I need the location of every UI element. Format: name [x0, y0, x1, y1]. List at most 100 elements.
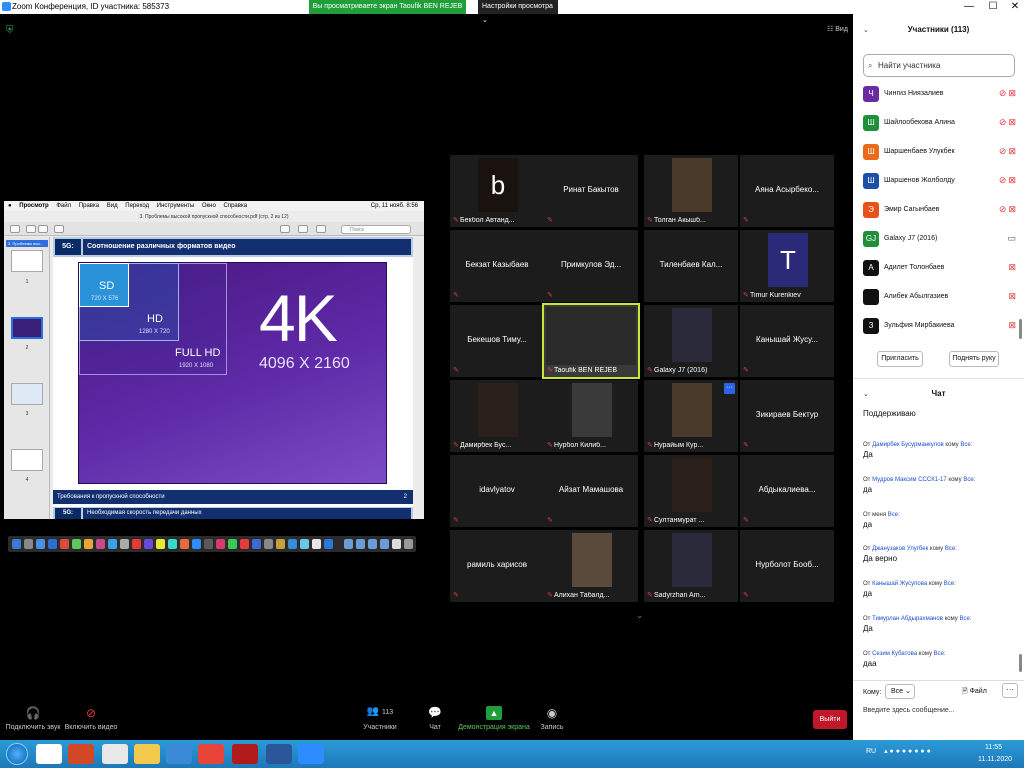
tile-more-button[interactable]: ··· — [724, 383, 735, 394]
chat-message-text: Да — [863, 450, 873, 459]
video-tile[interactable]: Айзат Мамашова ✎ — [544, 455, 638, 527]
chevron-down-icon[interactable]: ⌄ — [636, 610, 644, 621]
video-tile[interactable]: T Timur Kurenkiev ✎ — [740, 230, 834, 302]
sender-name[interactable]: Мудров Максим СССК1-17 — [872, 477, 947, 483]
participant-name: Дамирбек Бус... — [460, 442, 512, 449]
invite-button[interactable]: Пригласить — [877, 351, 923, 367]
start-video-button[interactable]: ⊘ Включить видео — [64, 706, 118, 738]
participant-row[interactable]: А Адилет Толонбаев ⊠ — [863, 257, 1018, 279]
recipient-name[interactable]: Все: — [934, 651, 946, 657]
participant-row[interactable]: Ш Шаршенбаев Улукбек ⊘⊠ — [863, 141, 1018, 163]
chat-button[interactable]: 💬 Чат — [420, 706, 450, 738]
language-indicator[interactable]: RU — [866, 748, 876, 755]
mic-muted-icon: ✎ — [743, 217, 749, 224]
recipient-name[interactable]: Все: — [945, 546, 957, 552]
clock-time[interactable]: 11:55 — [985, 744, 1002, 751]
security-shield-icon[interactable]: ⛨ — [6, 25, 14, 36]
video-tile[interactable]: Нурболот Бооб... ✎ — [740, 530, 834, 602]
launchpad-icon — [24, 539, 33, 549]
video-tile[interactable]: Алихан Табалд... ✎ — [544, 530, 638, 602]
markup-icon — [280, 225, 290, 233]
participant-avatar: Ш — [863, 144, 879, 160]
join-audio-button[interactable]: 🎧 Подключить звук — [4, 706, 62, 738]
participant-row[interactable]: Э Эмир Сагынбаев ⊘⊠ — [863, 199, 1018, 221]
powerpoint-icon[interactable] — [68, 744, 94, 764]
sender-name[interactable]: Дамирбек Бусурманкулов — [872, 442, 944, 448]
participant-row[interactable]: Ш Шаршенов Жолболду ⊘⊠ — [863, 170, 1018, 192]
record-button[interactable]: ◉ Запись — [536, 706, 568, 738]
recipient-name[interactable]: Все: — [944, 581, 956, 587]
clock-date[interactable]: 11.11.2020 — [978, 756, 1012, 763]
video-tile[interactable]: Sadyrzhan Am... ✎ — [644, 530, 738, 602]
finder-icon — [12, 539, 21, 549]
k4-res: 4096 X 2160 — [259, 355, 350, 372]
ie-icon[interactable] — [166, 744, 192, 764]
sender-name[interactable]: меня — [872, 512, 886, 518]
video-tile[interactable]: Абдыкалиева... ✎ — [740, 455, 834, 527]
sidebar-toggle-icon — [10, 225, 20, 233]
participants-button[interactable]: 👥 113 Участники — [360, 706, 400, 738]
video-tile[interactable]: Примкулов Эд... ✎ — [544, 230, 638, 302]
participant-row[interactable]: З Зульфия Мирбакиева ⊠ — [863, 315, 1018, 337]
minimize-button[interactable]: — — [957, 0, 981, 14]
sender-name[interactable]: Тимурлан Абдырахманов — [872, 616, 943, 622]
video-tile[interactable]: b Бекбол Автанд... ✎ — [450, 155, 544, 227]
participant-row[interactable]: GJ Galaxy J7 (2016) ▭ — [863, 228, 1018, 250]
share-screen-button[interactable]: ▲ Демонстрация экрана — [458, 706, 530, 738]
explorer-icon[interactable] — [134, 744, 160, 764]
app-icon[interactable] — [102, 744, 128, 764]
chat-scrollbar[interactable] — [1019, 654, 1022, 672]
raise-hand-button[interactable]: Поднять руку — [949, 351, 999, 367]
close-button[interactable]: ✕ — [1003, 0, 1024, 14]
video-tile[interactable]: Бекзат Казыбаев ✎ — [450, 230, 544, 302]
zoom-taskbar-icon[interactable] — [298, 744, 324, 764]
chrome-icon[interactable] — [198, 744, 224, 764]
to-word: кому — [948, 476, 962, 483]
app-icon[interactable] — [232, 744, 258, 764]
video-tile[interactable]: Galaxy J7 (2016) ✎ — [644, 305, 738, 377]
video-tile[interactable]: рамиль харисов ✎ — [450, 530, 544, 602]
chat-more-button[interactable]: ··· — [1002, 683, 1018, 698]
video-tile[interactable]: Толган Акышб... ✎ — [644, 155, 738, 227]
window-controls: — ☐ ✕ — [853, 0, 1024, 14]
video-tile[interactable]: Зикираев Бектур ✎ — [740, 380, 834, 452]
video-tile[interactable]: Бекешов Тиму... ✎ — [450, 305, 544, 377]
sender-name[interactable]: Сезим Кубатова — [872, 651, 917, 657]
media-player-icon[interactable] — [36, 744, 62, 764]
start-button[interactable] — [6, 743, 28, 765]
next-slide-title: Необходимая скорость передачи данных — [83, 508, 411, 519]
chevron-down-icon: ⌄ — [482, 17, 488, 24]
video-tile[interactable]: Taoufik BEN REJEB ✎ — [542, 303, 640, 379]
divider — [853, 378, 1024, 379]
participants-scrollbar[interactable] — [1019, 319, 1022, 339]
view-button[interactable]: ☷ Вид — [827, 25, 848, 33]
participant-row[interactable]: Ч Чингиз Ниязалиев ⊘⊠ — [863, 83, 1018, 105]
file-button[interactable]: 🗎 Файл — [962, 687, 987, 698]
view-options-button[interactable]: Настройки просмотра ⌄ — [478, 0, 558, 24]
video-tile[interactable]: Дамирбек Бус... ✎ — [450, 380, 544, 452]
video-tile[interactable]: idavlyatov ✎ — [450, 455, 544, 527]
video-tile[interactable]: Нурбол Килиб... ✎ — [544, 380, 638, 452]
sender-name[interactable]: Канышай Жусупова — [872, 581, 927, 587]
recipient-name[interactable]: Все: — [963, 477, 975, 483]
video-tile[interactable]: Канышай Жусу... ✎ — [740, 305, 834, 377]
tray-icons: ▴ ● ● ● ● ● ● ● — [884, 748, 931, 755]
recipient-select[interactable]: Все ⌄ — [885, 684, 915, 699]
video-tile[interactable]: Султанмурат ... ✎ — [644, 455, 738, 527]
recipient-name[interactable]: Все: — [888, 512, 900, 518]
video-tile[interactable]: Ринат Бакытов ✎ — [544, 155, 638, 227]
participant-row[interactable]: Ш Шайлообекова Алина ⊘⊠ — [863, 112, 1018, 134]
next-slide-header: 5G: Необходимая скорость передачи данных — [53, 507, 413, 519]
mic-muted-icon: ✎ — [453, 292, 459, 299]
video-tile[interactable]: Тиленбаев Кал... — [644, 230, 738, 302]
sender-name[interactable]: Джанузаков Улугбек — [872, 546, 928, 552]
recipient-name[interactable]: Все: — [959, 616, 971, 622]
recipient-name[interactable]: Все: — [960, 442, 972, 448]
leave-button[interactable]: Выйти — [813, 710, 847, 729]
participant-search-input[interactable]: ⌕ Найти участника — [863, 54, 1015, 77]
word-icon[interactable] — [266, 744, 292, 764]
maximize-button[interactable]: ☐ — [981, 0, 1005, 14]
video-tile[interactable]: Аяна Асырбеко... ✎ — [740, 155, 834, 227]
chat-input[interactable]: Введите здесь сообщение... — [863, 707, 1013, 714]
participant-row[interactable]: Алибек Абылгазиев ⊠ — [863, 286, 1018, 308]
